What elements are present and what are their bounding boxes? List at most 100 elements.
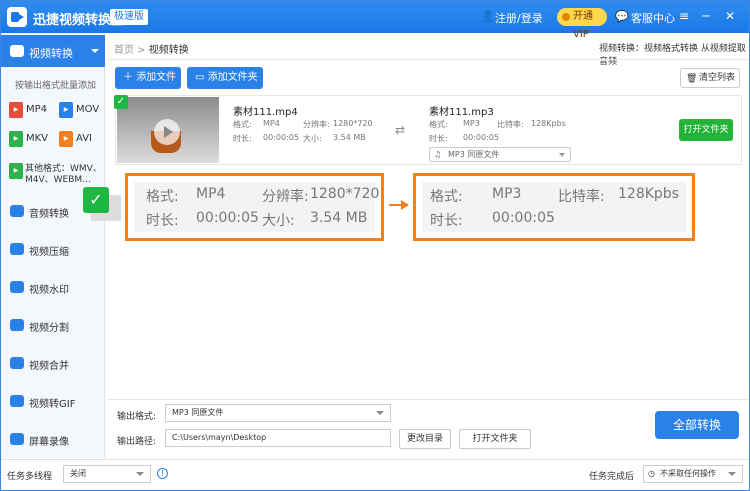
- page-tip: 视频转换：视频格式转换 从视频提取音频: [599, 44, 746, 67]
- chevron-down-icon: [559, 153, 565, 157]
- split-icon: [10, 319, 24, 331]
- threads-dropdown[interactable]: 关闭: [63, 465, 151, 483]
- status-bar: 任务多线程 关闭 ! 任务完成后 ◷ 不采取任何操作: [1, 459, 749, 490]
- output-format-value: MP3 同原文件: [172, 408, 224, 417]
- output-path-field[interactable]: C:\Users\mayn\Desktop: [165, 429, 391, 447]
- breadcrumb-current: 视频转换: [148, 45, 189, 56]
- breadcrumb: 首页 > 视频转换: [114, 41, 189, 56]
- chevron-down-icon: [91, 49, 99, 53]
- add-file-label: 添加文件: [136, 72, 177, 83]
- service-center-link[interactable]: 客服中心: [631, 10, 675, 26]
- zoom-format: MP3: [492, 186, 522, 202]
- output-format-select[interactable]: ♫ MP3 同原文件: [429, 147, 571, 162]
- sidebar-item-label: 视频转换: [29, 47, 73, 60]
- breadcrumb-home[interactable]: 首页: [114, 45, 134, 56]
- zoom-format: MP4: [196, 186, 226, 202]
- zoom-format-label: 格式:: [146, 189, 179, 205]
- mov-icon: ▶: [59, 102, 73, 118]
- checkbox-checked-icon[interactable]: ✓: [114, 95, 128, 109]
- output-duration: 00:00:05: [463, 133, 499, 142]
- source-format: MP4: [263, 119, 280, 128]
- output-bitrate: 128Kpbs: [531, 119, 566, 128]
- zoom-format-label: 格式:: [430, 189, 463, 205]
- output-format: MP3: [463, 119, 480, 128]
- app-logo-icon: [7, 7, 27, 27]
- output-format-select-value: MP3 同原文件: [448, 150, 500, 159]
- record-icon: [10, 433, 24, 445]
- sidebar-item-video-convert[interactable]: 视频转换: [1, 35, 105, 67]
- format-label: MOV: [76, 104, 100, 115]
- mp4-icon: ▶: [9, 102, 23, 118]
- add-folder-button[interactable]: ▭ 添加文件夹: [187, 67, 263, 89]
- zoom-bitrate: 128Kpbs: [618, 186, 679, 202]
- zoom-size-label: 大小:: [262, 213, 295, 229]
- edition-badge: 极速版: [110, 9, 148, 25]
- service-icon: 💬: [615, 10, 629, 23]
- user-icon: 👤: [481, 10, 495, 23]
- sidebar-item-gif[interactable]: 视频转GIF: [1, 385, 105, 417]
- source-resolution: 1280*720: [333, 119, 373, 128]
- after-task-value: 不采取任何操作: [660, 469, 716, 478]
- output-path-label: 输出路径:: [117, 437, 157, 447]
- zoom-check-icon: ✓: [83, 187, 109, 213]
- output-format-dropdown[interactable]: MP3 同原文件: [165, 404, 391, 422]
- plus-icon: ＋: [123, 72, 133, 83]
- output-path-value: C:\Users\mayn\Desktop: [172, 433, 267, 442]
- source-format-label: 格式:: [233, 120, 252, 129]
- clear-list-label: 清空列表: [699, 73, 736, 83]
- open-folder-button[interactable]: 打开文件夹: [679, 119, 733, 141]
- video-thumbnail[interactable]: [117, 97, 219, 163]
- play-icon[interactable]: [154, 119, 180, 145]
- info-icon[interactable]: !: [157, 468, 168, 479]
- threads-value: 关闭: [70, 469, 86, 478]
- sidebar-item-label: 视频水印: [29, 285, 69, 296]
- video-icon: [10, 45, 24, 57]
- chevron-down-icon: [136, 472, 144, 476]
- vip-button[interactable]: 开通VIP: [557, 8, 607, 40]
- music-note-icon: ♫: [434, 150, 442, 159]
- other-format-icon: ▶: [9, 163, 23, 179]
- minimize-icon[interactable]: ─: [699, 9, 713, 23]
- divider: [108, 59, 748, 60]
- open-output-folder-button[interactable]: 打开文件夹: [459, 429, 531, 449]
- output-bitrate-label: 比特率:: [497, 120, 524, 129]
- zoom-duration-label: 时长:: [430, 213, 463, 229]
- close-icon[interactable]: ✕: [723, 9, 737, 23]
- sidebar-item-label: 视频转GIF: [29, 399, 76, 410]
- change-dir-button[interactable]: 更改目录: [399, 429, 451, 449]
- title-bar: 迅捷视频转换器 极速版 👤 注册/登录 开通VIP 💬 客服中心 ≡ ─ ✕: [1, 1, 749, 40]
- menu-icon[interactable]: ≡: [677, 9, 691, 23]
- source-duration: 00:00:05: [263, 133, 299, 142]
- sidebar-item-split[interactable]: 视频分割: [1, 309, 105, 341]
- zoom-duration-label: 时长:: [146, 213, 179, 229]
- avi-icon: ▶: [59, 131, 73, 147]
- sidebar-item-label: 屏幕录像: [29, 437, 69, 448]
- zoom-duration: 00:00:05: [492, 210, 555, 226]
- output-format-label: 格式:: [429, 120, 448, 129]
- sidebar-item-screen-record[interactable]: 屏幕录像: [1, 423, 105, 455]
- chevron-down-icon: [728, 472, 736, 476]
- sidebar-item-label: 音频转换: [29, 209, 69, 220]
- breadcrumb-separator: >: [137, 45, 146, 56]
- add-folder-label: 添加文件夹: [207, 72, 258, 83]
- chevron-down-icon: [376, 411, 384, 415]
- clear-list-button[interactable]: 🗑 清空列表: [680, 68, 740, 88]
- format-hint: 按输出格式批量添加: [15, 81, 97, 91]
- watermark-icon: [10, 281, 24, 293]
- threads-label: 任务多线程: [7, 472, 53, 482]
- source-size-label: 大小:: [303, 134, 322, 143]
- sidebar-item-label: 视频合并: [29, 361, 69, 372]
- add-file-button[interactable]: ＋ 添加文件: [115, 67, 181, 89]
- source-size: 3.54 MB: [333, 133, 366, 142]
- gif-icon: [10, 395, 24, 407]
- source-file-name: 素材111.mp4: [233, 107, 298, 118]
- after-task-dropdown[interactable]: ◷ 不采取任何操作: [643, 465, 743, 483]
- convert-all-button[interactable]: 全部转换: [655, 411, 739, 439]
- sidebar-item-merge[interactable]: 视频合并: [1, 347, 105, 379]
- zoom-output-box: 格式: MP3 比特率: 128Kpbs 时长: 00:00:05: [413, 173, 695, 241]
- sidebar-item-compress[interactable]: 视频压缩: [1, 233, 105, 265]
- sidebar-item-watermark[interactable]: 视频水印: [1, 271, 105, 303]
- login-link[interactable]: 注册/登录: [495, 10, 543, 26]
- output-file-name[interactable]: 素材111.mp3: [429, 103, 494, 118]
- merge-icon: [10, 357, 24, 369]
